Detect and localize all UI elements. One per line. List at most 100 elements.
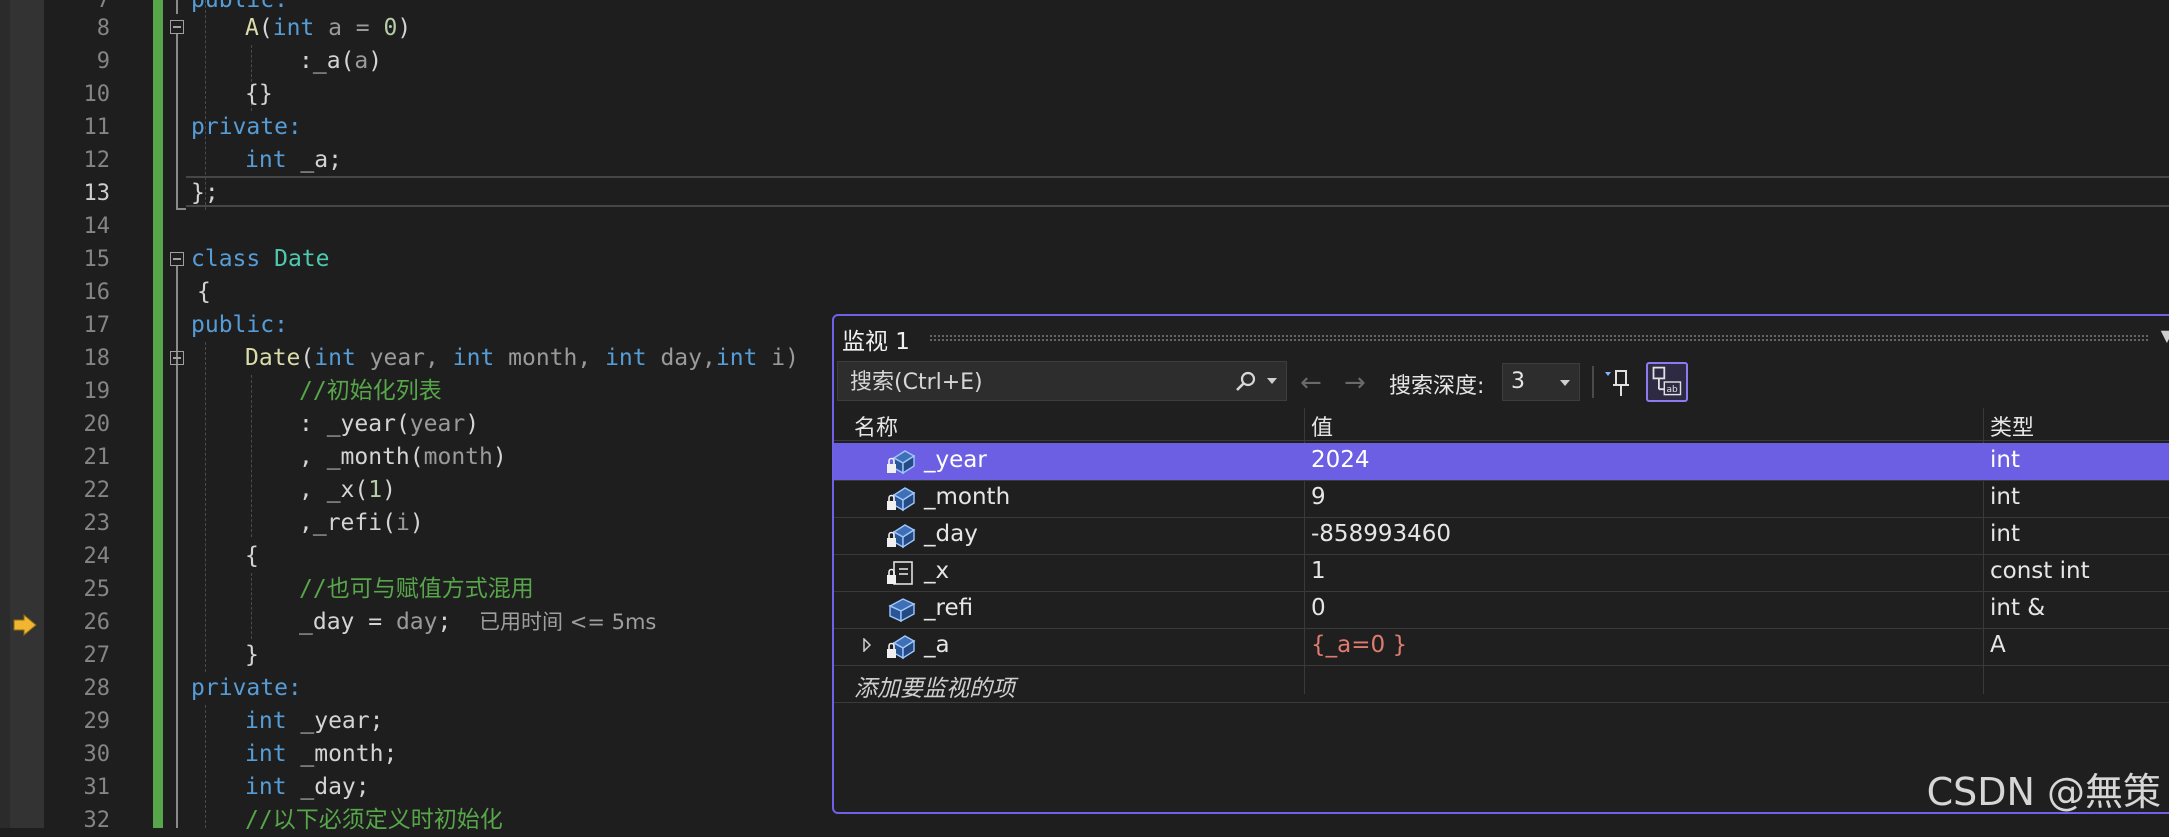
watch-row-name: _a	[924, 632, 950, 658]
search-previous-arrow-icon[interactable]: ←	[1300, 368, 1322, 398]
indent-guide	[251, 573, 252, 639]
line-number-gutter: 7 8 9 10 11 12 13 14 15 16 17 18 19 20 2…	[44, 0, 118, 833]
line-number: 23	[83, 511, 111, 536]
title-bar-grip[interactable]	[929, 334, 2149, 342]
outline-line-end	[176, 208, 186, 210]
private-field-icon	[887, 524, 916, 549]
search-icon[interactable]	[1234, 370, 1258, 394]
private-field-icon	[887, 487, 916, 512]
line-number: 18	[83, 346, 111, 371]
code-line-12: int _a;	[245, 147, 342, 173]
watch-row-value[interactable]: 1	[1311, 558, 1326, 584]
column-header-type[interactable]: 类型	[1990, 410, 2034, 442]
code-line-32-comment: //以下必须定义时初始化	[245, 807, 503, 833]
line-number: 27	[83, 643, 111, 668]
line-number: 10	[83, 82, 111, 107]
line-number: 20	[83, 412, 111, 437]
watch-row-type: A	[1990, 632, 2006, 658]
expand-arrow-icon[interactable]	[862, 638, 872, 652]
search-depth-select[interactable]: 3	[1502, 363, 1580, 401]
chevron-down-icon[interactable]	[1266, 376, 1278, 386]
column-header-name[interactable]: 名称	[854, 410, 898, 442]
watch-row[interactable]: _day -858993460 int	[834, 517, 2169, 555]
code-line-28: private:	[191, 675, 302, 701]
line-number: 29	[83, 709, 111, 734]
watch-row-name: _refi	[924, 595, 974, 621]
code-line-10: {}	[245, 81, 273, 107]
code-line-24: {	[245, 543, 259, 569]
perf-tip: 已用时间 <= 5ms	[479, 610, 657, 634]
watch-row-type: int	[1990, 447, 2020, 473]
line-number: 15	[83, 247, 111, 272]
line-number-current: 13	[83, 181, 111, 206]
watch-row-name: _day	[924, 521, 978, 547]
watch-row-name: _year	[924, 447, 987, 473]
private-constant-icon	[887, 561, 913, 585]
watch-row-value[interactable]: {_a=0 }	[1311, 632, 1407, 658]
watch-row[interactable]: _a {_a=0 } A	[834, 628, 2169, 666]
code-line-8: A(int a = 0)	[245, 15, 412, 41]
search-next-arrow-icon[interactable]: →	[1344, 368, 1366, 398]
code-line-22: , _x(1)	[299, 477, 396, 503]
chevron-down-icon	[1560, 380, 1570, 386]
field-icon	[888, 598, 916, 623]
watch-window[interactable]: 监视 1 ▼ ← → 搜索深度: 3 ab 名称 值	[832, 314, 2169, 814]
code-line-11: private:	[191, 114, 302, 140]
line-number: 28	[83, 676, 111, 701]
line-number: 30	[83, 742, 111, 767]
collapse-toggle-icon[interactable]	[170, 351, 184, 365]
watch-row-type: int &	[1990, 595, 2046, 621]
hexadecimal-display-toggle-icon[interactable]: ab	[1646, 362, 1688, 402]
add-watch-placeholder[interactable]: 添加要监视的项	[854, 669, 1015, 703]
line-number: 24	[83, 544, 111, 569]
svg-text:ab: ab	[1667, 385, 1679, 395]
search-box[interactable]	[837, 361, 1287, 402]
watermark: CSDN @無策	[1926, 770, 2161, 814]
code-line-30: int _month;	[245, 741, 398, 767]
breakpoint-indicator-column[interactable]	[10, 0, 44, 828]
editor-left-margin	[0, 0, 10, 828]
watch-window-title: 监视 1	[842, 329, 910, 355]
code-line-31: int _day;	[245, 774, 370, 800]
line-number: 14	[83, 214, 111, 239]
watch-row[interactable]: _x 1 const int	[834, 554, 2169, 592]
indent-guide	[205, 705, 206, 828]
code-line-21: , _month(month)	[299, 444, 507, 470]
watch-row[interactable]: _year 2024 int	[834, 443, 2169, 481]
change-tracking-bar	[153, 0, 163, 828]
watch-row[interactable]: _month 9 int	[834, 480, 2169, 518]
pin-icon[interactable]	[1602, 366, 1636, 400]
code-line-16: {	[197, 279, 211, 305]
column-header-value[interactable]: 值	[1311, 410, 1333, 442]
code-line-13: };	[191, 180, 219, 206]
current-statement-arrow-icon	[13, 613, 37, 637]
watch-row-value[interactable]: -858993460	[1311, 521, 1451, 547]
line-number: 8	[96, 16, 110, 41]
outline-line	[176, 34, 178, 210]
line-number: 31	[83, 775, 111, 800]
code-line-20: : _year(year)	[299, 411, 480, 437]
collapse-toggle-icon[interactable]	[170, 252, 184, 266]
code-line-25-comment: //也可与赋值方式混用	[299, 576, 534, 602]
watch-row-value[interactable]: 0	[1311, 595, 1326, 621]
private-field-icon	[887, 450, 916, 475]
line-number: 11	[83, 115, 111, 140]
watch-row-value[interactable]: 2024	[1311, 447, 1370, 473]
code-line-27: }	[245, 642, 259, 668]
line-number: 26	[83, 610, 111, 635]
code-line-19-comment: //初始化列表	[299, 378, 442, 404]
watch-row[interactable]: _refi 0 int &	[834, 591, 2169, 629]
window-menu-dropdown-icon[interactable]: ▼	[2161, 326, 2169, 345]
toolbar-separator	[1592, 366, 1594, 398]
code-line-18: Date(int year, int month, int day,int i)	[245, 345, 799, 371]
search-input[interactable]	[848, 362, 1222, 402]
collapse-toggle-icon[interactable]	[170, 20, 184, 34]
code-line-15: class Date	[191, 246, 330, 272]
watch-row-value[interactable]: 9	[1311, 484, 1326, 510]
indent-guide	[205, 342, 206, 672]
watch-row-name: _x	[924, 558, 950, 584]
line-number: 17	[83, 313, 111, 338]
add-watch-row[interactable]: 添加要监视的项	[834, 665, 2169, 703]
watch-grid-header: 名称 值 类型	[834, 408, 2169, 441]
private-field-icon	[887, 635, 916, 660]
